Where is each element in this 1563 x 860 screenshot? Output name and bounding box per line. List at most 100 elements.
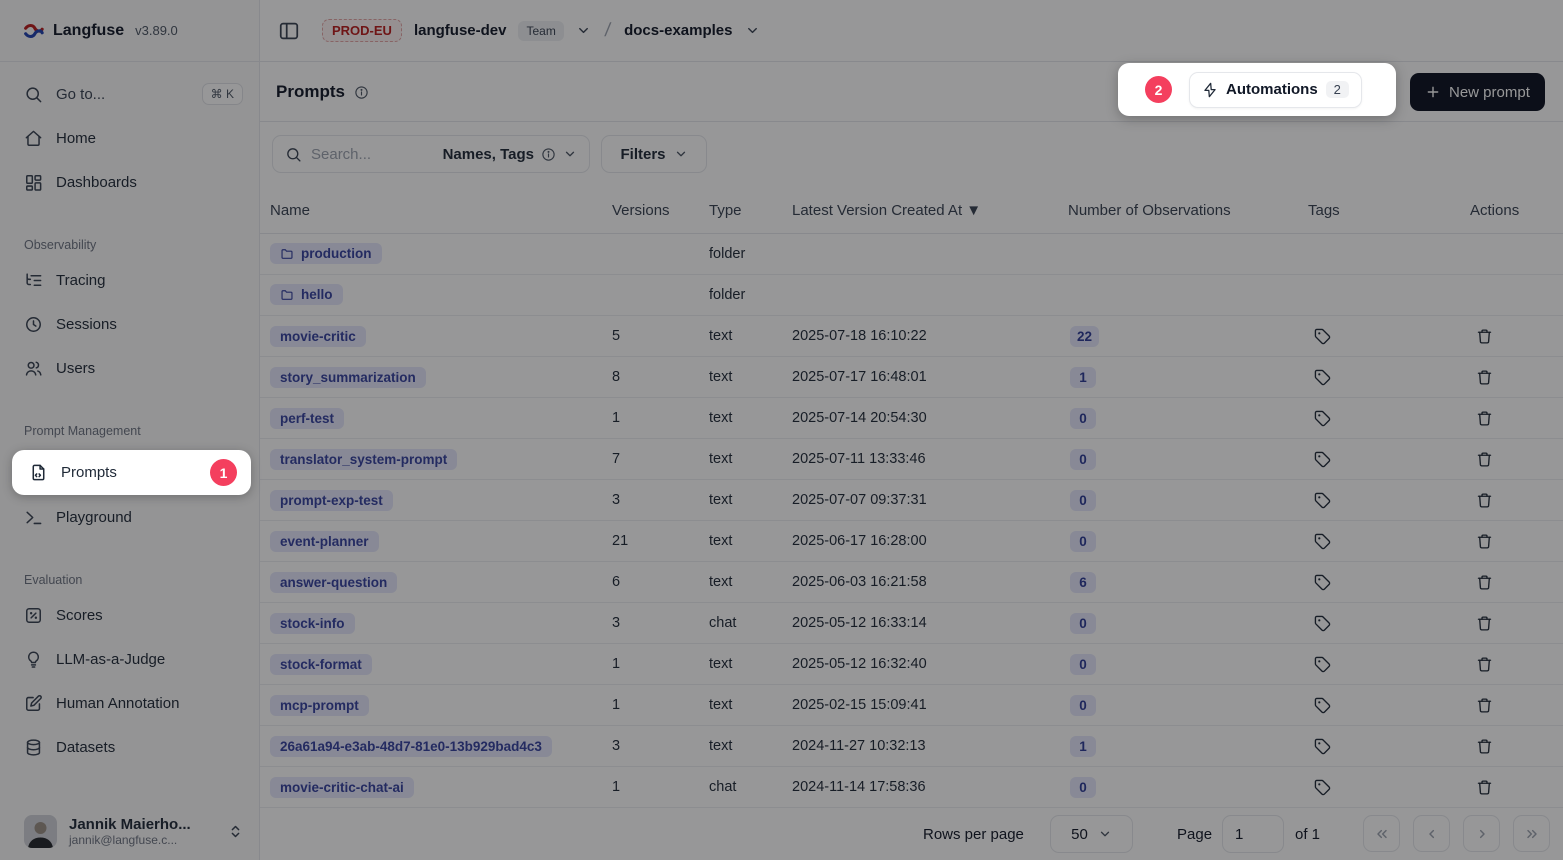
table-row[interactable]: event-planner 21 text 2025-06-17 16:28:0…	[260, 521, 1563, 562]
observations-count-badge[interactable]: 0	[1070, 531, 1096, 552]
column-header-versions[interactable]: Versions	[612, 202, 709, 219]
rows-per-page-select[interactable]: 50	[1050, 815, 1133, 853]
delete-button[interactable]	[1470, 609, 1498, 637]
prompt-name-link[interactable]: production	[270, 243, 382, 264]
page-number-input[interactable]	[1222, 815, 1284, 853]
tag-button[interactable]	[1308, 486, 1336, 514]
tag-button[interactable]	[1308, 527, 1336, 555]
observations-count-badge[interactable]: 0	[1070, 490, 1096, 511]
sidebar-item-users[interactable]: Users	[0, 346, 259, 390]
column-header-name[interactable]: Name	[270, 202, 612, 219]
table-row[interactable]: perf-test 1 text 2025-07-14 20:54:30 0	[260, 398, 1563, 439]
prompt-name-link[interactable]: perf-test	[270, 408, 344, 429]
delete-button[interactable]	[1470, 486, 1498, 514]
sidebar-item-tracing[interactable]: Tracing	[0, 258, 259, 302]
column-header-created[interactable]: Latest Version Created At ▼	[792, 202, 1068, 219]
delete-button[interactable]	[1470, 568, 1498, 596]
column-header-type[interactable]: Type	[709, 202, 792, 219]
observations-count-badge[interactable]: 0	[1070, 654, 1096, 675]
table-row[interactable]: mcp-prompt 1 text 2025-02-15 15:09:41 0	[260, 685, 1563, 726]
previous-page-button[interactable]	[1413, 815, 1450, 852]
delete-button[interactable]	[1470, 773, 1498, 801]
tag-button[interactable]	[1308, 773, 1336, 801]
table-row[interactable]: stock-format 1 text 2025-05-12 16:32:40 …	[260, 644, 1563, 685]
delete-button[interactable]	[1470, 650, 1498, 678]
prompt-name-link[interactable]: translator_system-prompt	[270, 449, 457, 470]
row-type: text	[709, 328, 792, 344]
sidebar-item-human-annotation[interactable]: Human Annotation	[0, 681, 259, 725]
new-prompt-button[interactable]: New prompt	[1410, 73, 1545, 111]
delete-button[interactable]	[1470, 691, 1498, 719]
sidebar-item-datasets[interactable]: Datasets	[0, 725, 259, 769]
sidebar-item-llm-judge[interactable]: LLM-as-a-Judge	[0, 637, 259, 681]
table-row[interactable]: translator_system-prompt 7 text 2025-07-…	[260, 439, 1563, 480]
observations-count-badge[interactable]: 0	[1070, 695, 1096, 716]
chevron-down-icon[interactable]	[745, 23, 760, 38]
sidebar-item-home[interactable]: Home	[0, 116, 259, 160]
breadcrumb-org[interactable]: langfuse-dev	[414, 22, 507, 39]
observations-count-badge[interactable]: 22	[1070, 326, 1099, 347]
observations-count-badge[interactable]: 6	[1070, 572, 1096, 593]
table-row[interactable]: story_summarization 8 text 2025-07-17 16…	[260, 357, 1563, 398]
sidebar-item-goto[interactable]: Go to... ⌘ K	[0, 72, 259, 116]
sidebar-item-dashboards[interactable]: Dashboards	[0, 160, 259, 204]
tag-button[interactable]	[1308, 322, 1336, 350]
prompt-name-link[interactable]: event-planner	[270, 531, 379, 552]
tag-button[interactable]	[1308, 732, 1336, 760]
table-row[interactable]: movie-critic-chat-ai 1 chat 2024-11-14 1…	[260, 767, 1563, 808]
delete-button[interactable]	[1470, 445, 1498, 473]
tag-button[interactable]	[1308, 568, 1336, 596]
table-row[interactable]: answer-question 6 text 2025-06-03 16:21:…	[260, 562, 1563, 603]
delete-button[interactable]	[1470, 732, 1498, 760]
column-header-observations[interactable]: Number of Observations	[1068, 202, 1308, 219]
prompt-name-link[interactable]: prompt-exp-test	[270, 490, 393, 511]
prompt-name-link[interactable]: movie-critic	[270, 326, 366, 347]
sidebar-item-playground[interactable]: Playground	[0, 495, 259, 539]
prompt-name-link[interactable]: stock-format	[270, 654, 372, 675]
tag-button[interactable]	[1308, 445, 1336, 473]
observations-count-badge[interactable]: 1	[1070, 736, 1096, 757]
delete-button[interactable]	[1470, 363, 1498, 391]
observations-count-badge[interactable]: 0	[1070, 613, 1096, 634]
next-page-button[interactable]	[1463, 815, 1500, 852]
chevron-down-icon[interactable]	[576, 23, 591, 38]
prompt-name-link[interactable]: story_summarization	[270, 367, 426, 388]
prompt-name-link[interactable]: 26a61a94-e3ab-48d7-81e0-13b929bad4c3	[270, 736, 552, 757]
observations-count-badge[interactable]: 0	[1070, 449, 1096, 470]
prompt-name-link[interactable]: hello	[270, 284, 343, 305]
prompt-name-link[interactable]: movie-critic-chat-ai	[270, 777, 414, 798]
search-scope-select[interactable]: Names, Tags	[443, 146, 577, 163]
delete-button[interactable]	[1470, 527, 1498, 555]
table-row[interactable]: 26a61a94-e3ab-48d7-81e0-13b929bad4c3 3 t…	[260, 726, 1563, 767]
breadcrumb-project[interactable]: docs-examples	[624, 22, 732, 39]
search-input[interactable]	[311, 146, 434, 163]
delete-button[interactable]	[1470, 404, 1498, 432]
observations-count-badge[interactable]: 1	[1070, 367, 1096, 388]
table-row[interactable]: hello folder	[260, 275, 1563, 316]
table-row[interactable]: production folder	[260, 234, 1563, 275]
observations-count-badge[interactable]: 0	[1070, 408, 1096, 429]
sidebar-item-prompts[interactable]: Prompts 1	[12, 450, 251, 495]
tag-button[interactable]	[1308, 609, 1336, 637]
user-menu[interactable]: Jannik Maierho... jannik@langfuse.c...	[0, 815, 259, 848]
sidebar-item-sessions[interactable]: Sessions	[0, 302, 259, 346]
automations-button[interactable]: Automations 2	[1189, 72, 1362, 108]
table-row[interactable]: prompt-exp-test 3 text 2025-07-07 09:37:…	[260, 480, 1563, 521]
sidebar-toggle-icon[interactable]	[278, 20, 300, 42]
last-page-button[interactable]	[1513, 815, 1550, 852]
first-page-button[interactable]	[1363, 815, 1400, 852]
tag-button[interactable]	[1308, 363, 1336, 391]
delete-button[interactable]	[1470, 322, 1498, 350]
prompt-name-link[interactable]: stock-info	[270, 613, 355, 634]
table-row[interactable]: stock-info 3 chat 2025-05-12 16:33:14 0	[260, 603, 1563, 644]
search-box[interactable]: Names, Tags	[272, 135, 590, 173]
filters-button[interactable]: Filters	[601, 135, 707, 173]
table-row[interactable]: movie-critic 5 text 2025-07-18 16:10:22 …	[260, 316, 1563, 357]
tag-button[interactable]	[1308, 650, 1336, 678]
observations-count-badge[interactable]: 0	[1070, 777, 1096, 798]
tag-button[interactable]	[1308, 404, 1336, 432]
prompt-name-link[interactable]: answer-question	[270, 572, 397, 593]
prompt-name-link[interactable]: mcp-prompt	[270, 695, 369, 716]
sidebar-item-scores[interactable]: Scores	[0, 593, 259, 637]
tag-button[interactable]	[1308, 691, 1336, 719]
